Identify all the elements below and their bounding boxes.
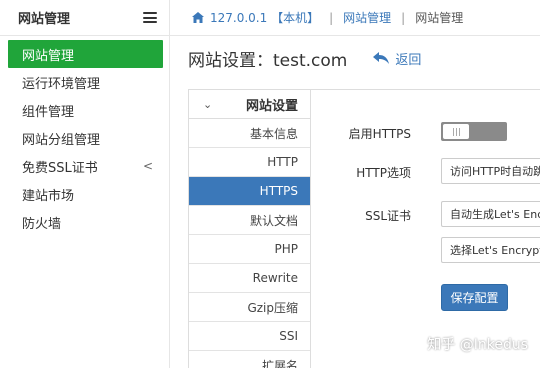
sidebar-item-firewall[interactable]: 防火墙 bbox=[0, 208, 169, 236]
back-link[interactable]: 返回 bbox=[373, 49, 421, 68]
chevron-left-icon: < bbox=[142, 159, 153, 173]
tab-https[interactable]: HTTPS bbox=[189, 177, 310, 206]
tab-extension[interactable]: 扩展名 bbox=[189, 351, 310, 368]
reply-back-icon bbox=[373, 52, 390, 64]
toggle-knob bbox=[443, 124, 469, 139]
tab-group-header[interactable]: ⌄ 网站设置 bbox=[189, 90, 310, 119]
settings-tabs: ⌄ 网站设置 基本信息 HTTP HTTPS 默认文档 PHP Rewrite … bbox=[189, 90, 311, 368]
tab-gzip[interactable]: Gzip压缩 bbox=[189, 293, 310, 322]
sidebar-item-component-management[interactable]: 组件管理 bbox=[0, 96, 169, 124]
sidebar-item-label: 组件管理 bbox=[22, 104, 75, 120]
sidebar-item-label: 免费SSL证书 bbox=[22, 160, 98, 176]
sidebar-item-free-ssl[interactable]: 免费SSL证书 < bbox=[0, 152, 169, 180]
sidebar-title: 网站管理 bbox=[18, 12, 71, 27]
breadcrumb-separator: | bbox=[329, 10, 334, 25]
tab-ssi[interactable]: SSI bbox=[189, 322, 310, 351]
save-config-button[interactable]: 保存配置 bbox=[441, 284, 508, 311]
http-option-select[interactable]: 访问HTTP时自动跳 bbox=[441, 158, 540, 184]
sidebar-item-site-group-management[interactable]: 网站分组管理 bbox=[0, 124, 169, 152]
ssl-cert-source-select[interactable]: 选择Let's Encrypt bbox=[441, 237, 540, 263]
tab-group-label: 网站设置 bbox=[245, 98, 298, 114]
tab-php[interactable]: PHP bbox=[189, 235, 310, 264]
sidebar-item-label: 运行环境管理 bbox=[22, 76, 101, 92]
tab-rewrite[interactable]: Rewrite bbox=[189, 264, 310, 293]
chevron-down-icon: ⌄ bbox=[203, 97, 213, 111]
menu-toggle-icon[interactable] bbox=[143, 12, 157, 23]
watermark: 知乎 @Inkedus bbox=[427, 337, 528, 353]
sidebar-item-label: 网站分组管理 bbox=[22, 132, 101, 148]
page-header: 网站设置：test.com 返回 bbox=[188, 44, 421, 72]
sidebar-item-label: 建站市场 bbox=[22, 188, 75, 204]
sidebar-item-runtime-management[interactable]: 运行环境管理 bbox=[0, 68, 169, 96]
home-icon[interactable] bbox=[192, 12, 204, 23]
sidebar-item-label: 网站管理 bbox=[22, 48, 75, 64]
breadcrumb-separator: | bbox=[401, 10, 406, 25]
https-settings-form: 启用HTTPS HTTP选项 访问HTTP时自动跳 SSL证书 自动生成Let'… bbox=[311, 90, 540, 368]
breadcrumb-host-link[interactable]: 127.0.0.1 【本机】 bbox=[210, 9, 319, 26]
sidebar-item-label: 防火墙 bbox=[22, 216, 62, 232]
sidebar-header: 网站管理 bbox=[0, 0, 169, 36]
sidebar: 网站管理 网站管理 运行环境管理 组件管理 网站分组管理 免费SSL证书 < 建站… bbox=[0, 0, 170, 368]
back-label: 返回 bbox=[395, 52, 422, 68]
breadcrumb-current: 网站管理 bbox=[415, 11, 464, 25]
ssl-cert-select[interactable]: 自动生成Let's Enc bbox=[441, 201, 540, 227]
sidebar-menu: 网站管理 运行环境管理 组件管理 网站分组管理 免费SSL证书 < 建站市场 防火… bbox=[0, 36, 169, 236]
breadcrumb-section-link[interactable]: 网站管理 bbox=[343, 9, 391, 26]
http-option-label: HTTP选项 bbox=[356, 166, 411, 180]
tab-basic-info[interactable]: 基本信息 bbox=[189, 119, 310, 148]
enable-https-label: 启用HTTPS bbox=[348, 127, 411, 141]
breadcrumb: 127.0.0.1 【本机】 | 网站管理 | 网站管理 bbox=[170, 0, 540, 36]
sidebar-item-site-market[interactable]: 建站市场 bbox=[0, 180, 169, 208]
tab-http[interactable]: HTTP bbox=[189, 148, 310, 177]
enable-https-toggle[interactable] bbox=[441, 122, 507, 141]
page-title: 网站设置：test.com bbox=[188, 50, 348, 71]
tab-default-document[interactable]: 默认文档 bbox=[189, 206, 310, 235]
settings-panel: ⌄ 网站设置 基本信息 HTTP HTTPS 默认文档 PHP Rewrite … bbox=[188, 89, 540, 368]
ssl-cert-label: SSL证书 bbox=[365, 209, 411, 223]
sidebar-item-site-management[interactable]: 网站管理 bbox=[8, 40, 163, 68]
